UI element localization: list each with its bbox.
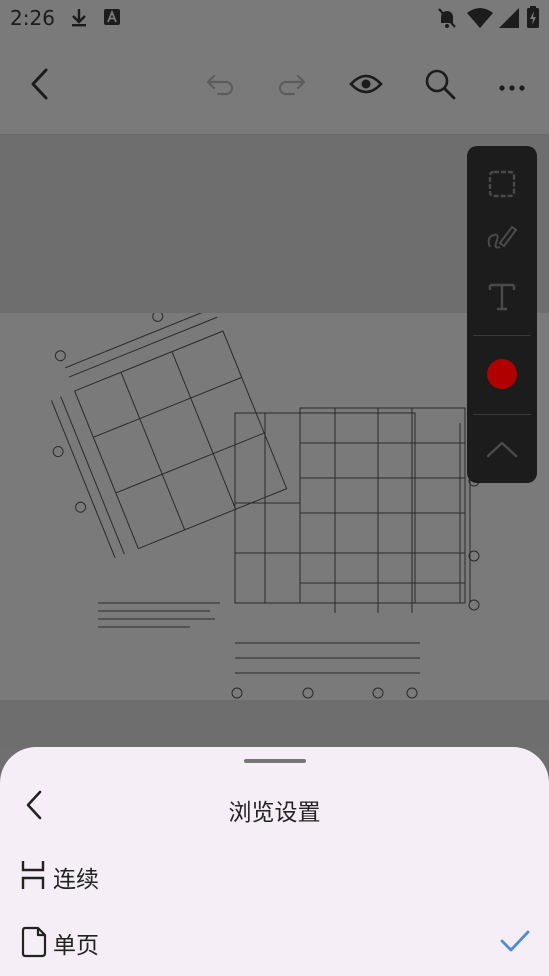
color-dot-icon (486, 358, 518, 394)
undo-icon (204, 72, 236, 100)
collapse-panel-button[interactable] (467, 426, 537, 476)
lasso-select-button[interactable] (467, 158, 537, 214)
more-icon (498, 77, 526, 96)
check-icon (500, 929, 530, 957)
search-button[interactable] (420, 66, 460, 106)
redo-button[interactable] (272, 66, 312, 106)
text-button[interactable] (467, 270, 537, 326)
single-page-icon (21, 926, 47, 962)
pen-icon (486, 221, 518, 255)
battery-icon (527, 6, 539, 32)
color-picker-button[interactable] (467, 346, 537, 406)
pen-button[interactable] (467, 210, 537, 266)
lasso-select-icon (487, 169, 517, 203)
text-icon (488, 281, 516, 315)
view-mode-button[interactable] (346, 66, 386, 106)
option-label: 单页 (53, 933, 99, 959)
notifications-off-icon (437, 7, 457, 33)
more-button[interactable] (492, 66, 532, 106)
top-toolbar (0, 36, 549, 135)
option-label: 连续 (53, 867, 99, 893)
status-time: 2:26 (10, 6, 55, 30)
sheet-title: 浏览设置 (228, 800, 321, 826)
annotation-tool-panel (467, 146, 537, 483)
download-icon (70, 8, 88, 32)
panel-divider (473, 414, 531, 415)
back-arrow-icon (28, 67, 52, 105)
redo-icon (276, 72, 308, 100)
continuous-scroll-icon (20, 860, 46, 894)
font-a-icon (104, 9, 120, 29)
option-continuous[interactable]: 连续 (0, 847, 549, 905)
wifi-icon (467, 8, 493, 32)
option-single-page[interactable]: 单页 (0, 913, 549, 971)
sheet-drag-handle[interactable] (244, 759, 306, 763)
chevron-up-icon (486, 439, 518, 463)
signal-icon (499, 8, 519, 32)
view-settings-sheet: 浏览设置 连续 单页 (0, 747, 549, 976)
back-button[interactable] (20, 66, 60, 106)
eye-icon (349, 72, 383, 100)
search-icon (424, 68, 456, 104)
panel-divider (473, 335, 531, 336)
undo-button[interactable] (200, 66, 240, 106)
status-bar: 2:26 (0, 0, 549, 36)
